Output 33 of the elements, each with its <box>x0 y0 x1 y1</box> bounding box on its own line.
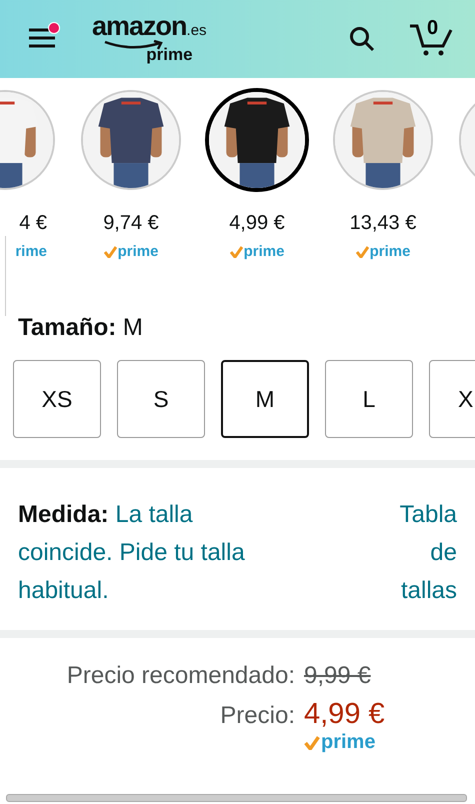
size-chart-link[interactable]: Tabla de tallas <box>381 496 457 610</box>
size-option[interactable]: X <box>429 360 475 438</box>
cart-count: 0 <box>427 17 438 40</box>
check-icon <box>304 736 320 750</box>
check-icon <box>104 246 117 258</box>
price-label: Precio: <box>219 702 295 730</box>
swatch-price: 13,43 € <box>350 212 416 235</box>
size-option[interactable]: M <box>221 360 309 438</box>
search-button[interactable] <box>349 26 375 52</box>
list-price-label: Precio recomendado: <box>66 662 295 690</box>
cart-button[interactable]: 0 <box>409 20 453 58</box>
size-option[interactable]: S <box>117 360 205 438</box>
size-label: Tamaño: M <box>18 314 144 342</box>
prime-label: prime <box>321 731 376 754</box>
check-icon <box>356 246 369 258</box>
size-option[interactable]: L <box>325 360 413 438</box>
menu-icon <box>28 26 56 48</box>
price: 4,99 € <box>304 698 386 731</box>
check-icon <box>230 246 243 258</box>
logo-subtitle: prime <box>146 46 193 63</box>
prime-label: prime <box>244 243 284 260</box>
search-icon <box>349 26 375 52</box>
logo-domain: .es <box>186 23 207 38</box>
list-price: 9,99 € <box>304 662 372 690</box>
prime-label: prime <box>118 243 158 260</box>
swatch-price: 4 € <box>19 212 47 235</box>
fit-info: Medida: La talla coincide. Pide tu talla habitual. <box>18 500 246 606</box>
prime-label: rime <box>15 243 47 260</box>
prime-label: prime <box>370 243 410 260</box>
size-option[interactable]: XS <box>13 360 101 438</box>
swatch-price: 4,99 € <box>229 212 285 235</box>
logo-text: amazon <box>92 15 187 37</box>
swatch-price: 9,74 € <box>103 212 159 235</box>
